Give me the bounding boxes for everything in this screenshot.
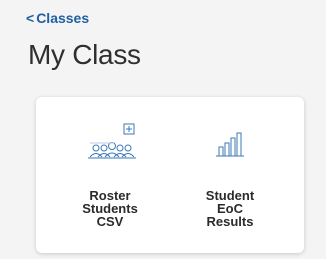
back-to-classes-link[interactable]: < Classes [26, 10, 89, 26]
page-title: My Class [28, 39, 141, 70]
student-eoc-results-label: Student EoC Results [205, 188, 255, 229]
roster-students-csv-button[interactable]: Roster Students CSV [50, 97, 170, 253]
back-chevron-icon: < [26, 10, 35, 26]
bar-chart-icon [216, 132, 244, 157]
student-eoc-results-button[interactable]: Student EoC Results [170, 97, 290, 253]
add-roster-icon [88, 123, 136, 159]
actions-card: Roster Students CSV Student EoC Results [36, 97, 304, 253]
roster-students-csv-label: Roster Students CSV [82, 188, 138, 229]
back-link-label: Classes [36, 10, 90, 26]
